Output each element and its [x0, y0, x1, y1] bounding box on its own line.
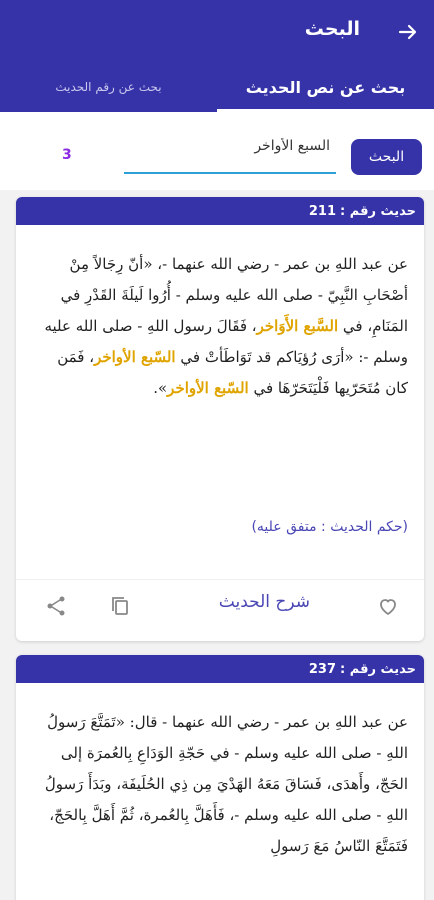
tab-search-number[interactable]: بحث عن رقم الحديث	[0, 62, 217, 112]
hadith-text: عن عبد اللهِ بن عمر - رضي الله عنهما -، …	[16, 225, 424, 404]
result-count: 3	[62, 147, 72, 163]
hadith-ruling: (حكم الحديث : متفق عليه)	[251, 519, 408, 535]
hadith-card: حديث رقم : 237 عن عبد اللهِ بن عمر - رضي…	[16, 655, 424, 900]
hadith-number-header: حديث رقم : 211	[16, 197, 424, 225]
page-title: البحث	[304, 18, 360, 40]
search-bar: البحث 3	[0, 112, 434, 190]
hadith-text-part: عن عبد اللهِ بن عمر - رضي الله عنهما - ق…	[44, 713, 408, 855]
back-arrow-icon[interactable]	[396, 20, 420, 44]
hadith-number: 237	[308, 661, 337, 677]
hadith-number-label: حديث رقم :	[340, 661, 416, 677]
search-highlight: السّبع الأواخر	[167, 379, 249, 397]
share-icon[interactable]	[44, 594, 68, 618]
hadith-number: 211	[308, 203, 337, 219]
search-input[interactable]	[124, 132, 336, 174]
hadith-text: عن عبد اللهِ بن عمر - رضي الله عنهما - ق…	[16, 683, 424, 862]
hadith-number-header: حديث رقم : 237	[16, 655, 424, 683]
search-highlight: السّبع الأواخر	[94, 348, 176, 366]
hadith-text-part: ».	[153, 379, 168, 397]
copy-icon[interactable]	[108, 594, 132, 618]
search-button[interactable]: البحث	[351, 139, 422, 175]
search-highlight: السَّبع الأَوَاخر	[256, 317, 339, 335]
card-actions: شرح الحديث	[16, 579, 424, 631]
heart-outline-icon[interactable]	[376, 594, 400, 618]
hadith-number-label: حديث رقم :	[340, 203, 416, 219]
hadith-card: حديث رقم : 211 عن عبد اللهِ بن عمر - رضي…	[16, 197, 424, 641]
app-bar: البحث بحث عن نص الحديث بحث عن رقم الحديث	[0, 0, 434, 112]
tab-bar: بحث عن نص الحديث بحث عن رقم الحديث	[0, 62, 434, 112]
explain-hadith-button[interactable]: شرح الحديث	[219, 592, 310, 612]
tab-search-text[interactable]: بحث عن نص الحديث	[217, 62, 434, 112]
